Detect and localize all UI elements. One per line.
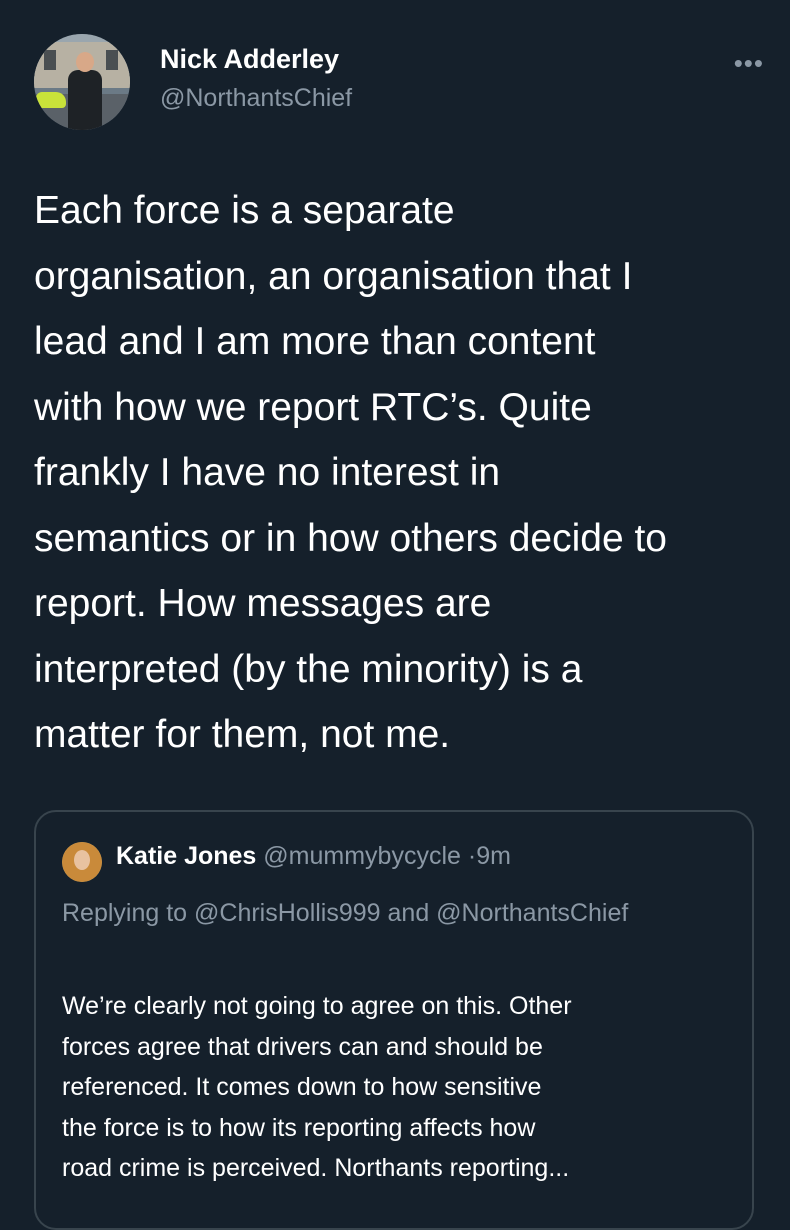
quoted-tweet-text: We’re clearly not going to agree on this…: [62, 992, 572, 1182]
author-name[interactable]: Nick Adderley: [160, 44, 339, 75]
tweet-text: Each force is a separate organisation, a…: [34, 189, 667, 756]
quoted-tweet-time: 9m: [476, 842, 511, 870]
ellipsis-icon[interactable]: •••: [734, 48, 764, 79]
separator-dot: ·: [467, 842, 477, 870]
quoted-tweet-header: Katie Jones @mummybycycle ·9m: [116, 842, 511, 871]
quoted-author-handle: @mummybycycle: [263, 842, 461, 870]
quoted-author-name: Katie Jones: [116, 842, 257, 870]
tweet-header: Nick Adderley @NorthantsChief •••: [34, 34, 764, 134]
quoted-author-avatar[interactable]: [62, 842, 102, 882]
author-avatar[interactable]: [34, 34, 130, 130]
replying-to-line: Replying to @ChrisHollis999 and @Northan…: [62, 899, 629, 927]
quoted-tweet[interactable]: Katie Jones @mummybycycle ·9m Replying t…: [34, 810, 754, 1230]
author-handle[interactable]: @NorthantsChief: [160, 84, 352, 113]
